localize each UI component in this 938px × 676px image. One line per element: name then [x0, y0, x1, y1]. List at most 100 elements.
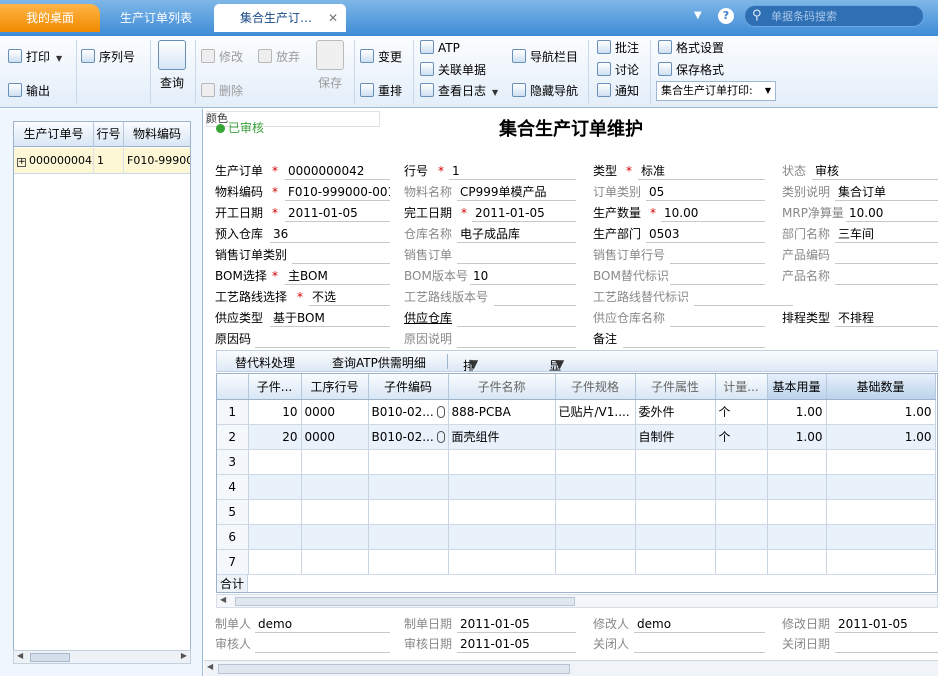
cell-child-seq[interactable]: 10 — [248, 399, 302, 425]
cell-child-code[interactable]: B010-02... — [368, 399, 449, 425]
table-row[interactable]: 5 — [217, 499, 936, 525]
export-button[interactable]: 输出 — [8, 81, 50, 101]
col-child-name[interactable]: 子件名称 — [448, 374, 556, 400]
col-order-no[interactable]: 生产订单号 — [14, 122, 94, 147]
cell-base-qty[interactable]: 1.00 — [767, 424, 827, 450]
cell-base-qty[interactable] — [767, 524, 827, 550]
nav-column-button[interactable]: 导航栏目 — [512, 47, 578, 67]
table-row[interactable]: 6 — [217, 524, 936, 550]
change-button[interactable]: 变更 — [360, 47, 402, 67]
cell-child-code[interactable] — [368, 549, 449, 575]
notify-button[interactable]: 通知 — [597, 81, 639, 101]
scroll-left-icon[interactable]: ◀ — [207, 662, 213, 671]
cell-unit[interactable] — [715, 474, 768, 500]
cell-child-seq[interactable] — [248, 449, 302, 475]
col-op-line[interactable]: 工序行号 — [301, 374, 369, 400]
tab-order-list[interactable]: 生产订单列表 — [100, 4, 212, 32]
cell-base-qty[interactable] — [767, 549, 827, 575]
substitute-button[interactable]: 替代料处理 — [235, 354, 295, 371]
value-reason-desc[interactable] — [457, 330, 576, 348]
expand-icon[interactable]: + — [17, 158, 26, 167]
cell-basic-qty[interactable]: 1.00 — [826, 399, 936, 425]
col-line[interactable]: 行号 — [94, 122, 124, 147]
label-supply-wh[interactable]: 供应仓库 — [404, 309, 452, 327]
value-order-no[interactable]: 0000000042 — [285, 162, 390, 180]
table-row[interactable]: +0000000042 1 F010-999000 — [14, 148, 190, 174]
cell-child-name[interactable]: 面壳组件 — [448, 424, 556, 450]
table-row[interactable]: 4 — [217, 474, 936, 500]
cell-child-name[interactable] — [448, 499, 556, 525]
cell-unit[interactable] — [715, 449, 768, 475]
value-product-name[interactable] — [835, 267, 938, 285]
detail-horizontal-scrollbar[interactable]: ◀ — [216, 594, 938, 608]
value-close-date[interactable] — [835, 635, 938, 653]
table-row[interactable]: 2 20 0000 B010-02... 面壳组件 自制件 个 1.00 1.00 — [217, 424, 936, 450]
cell-op-line[interactable] — [301, 549, 369, 575]
cell-child-name[interactable]: 888-PCBA — [448, 399, 556, 425]
format-settings-button[interactable]: 格式设置 — [658, 38, 724, 58]
print-button[interactable]: 打印 ▼ — [8, 47, 62, 67]
value-route-version[interactable] — [494, 288, 576, 306]
value-order-category[interactable]: 05 — [646, 183, 765, 201]
cell-op-line[interactable] — [301, 474, 369, 500]
cell-child-code[interactable] — [368, 524, 449, 550]
cell-child-code[interactable] — [368, 449, 449, 475]
cell-child-attr[interactable] — [635, 449, 716, 475]
value-start-date[interactable]: 2011-01-05 — [285, 204, 390, 222]
cell-child-code[interactable]: B010-02... — [368, 424, 449, 450]
cell-child-spec[interactable] — [555, 499, 636, 525]
cell-child-code[interactable] — [368, 474, 449, 500]
value-warehouse-name[interactable]: 电子成品库 — [457, 225, 576, 243]
scroll-left-icon[interactable]: ◀ — [220, 595, 226, 604]
help-icon[interactable]: ? — [718, 8, 734, 24]
cell-child-attr[interactable] — [635, 549, 716, 575]
search-icon[interactable]: ⚲ — [752, 8, 762, 23]
cell-child-attr[interactable] — [635, 499, 716, 525]
col-child-code[interactable]: 子件编码 — [368, 374, 449, 400]
cell-child-spec[interactable] — [555, 424, 636, 450]
value-supply-type[interactable]: 基于BOM — [270, 309, 390, 327]
cell-child-attr[interactable] — [635, 524, 716, 550]
related-docs-button[interactable]: 关联单据 — [420, 60, 486, 80]
chevron-down-icon[interactable]: ▼ — [694, 10, 702, 21]
value-audit-date[interactable]: 2011-01-05 — [457, 635, 576, 653]
paperclip-icon[interactable] — [436, 405, 445, 418]
cell-child-seq[interactable] — [248, 474, 302, 500]
value-created-date[interactable]: 2011-01-05 — [457, 615, 576, 633]
rearrange-button[interactable]: 重排 — [360, 81, 402, 101]
search-input[interactable] — [771, 8, 919, 24]
modify-button[interactable]: 修改 — [201, 47, 243, 67]
col-unit[interactable]: 计量... — [715, 374, 768, 400]
value-bom-version[interactable]: 10 — [470, 267, 576, 285]
scroll-thumb[interactable] — [235, 597, 575, 606]
value-creator[interactable]: demo — [255, 615, 390, 633]
main-horizontal-scrollbar[interactable]: ◀ — [204, 660, 938, 676]
table-row[interactable]: 7 — [217, 549, 936, 575]
value-material-name[interactable]: CP999单模产品 — [457, 183, 576, 201]
cell-basic-qty[interactable] — [826, 549, 936, 575]
scroll-right-icon[interactable]: ▶ — [181, 651, 187, 660]
cell-basic-qty[interactable] — [826, 524, 936, 550]
value-finish-date[interactable]: 2011-01-05 — [472, 204, 576, 222]
tab-my-desktop[interactable]: 我的桌面 — [0, 4, 100, 32]
value-sales-order-line[interactable] — [670, 246, 765, 264]
approve-note-button[interactable]: 批注 — [597, 38, 639, 58]
value-schedule-type[interactable]: 不排程 — [835, 309, 938, 327]
query-button[interactable]: 查询 — [156, 40, 188, 91]
view-log-button[interactable]: 查看日志 ▼ — [420, 81, 498, 101]
cell-unit[interactable] — [715, 524, 768, 550]
cell-child-code[interactable] — [368, 499, 449, 525]
cell-child-spec[interactable] — [555, 549, 636, 575]
value-bom-select[interactable]: 主BOM — [285, 267, 390, 285]
scroll-thumb[interactable] — [30, 653, 70, 662]
close-icon[interactable]: ✕ — [328, 4, 338, 32]
col-child-seq[interactable]: 子件... — [248, 374, 302, 400]
value-dept-name[interactable]: 三车间 — [835, 225, 938, 243]
col-child-attr[interactable]: 子件属性 — [635, 374, 716, 400]
value-material-code[interactable]: F010-999000-001 — [285, 183, 390, 201]
scroll-thumb[interactable] — [218, 664, 570, 674]
cell-unit[interactable]: 个 — [715, 399, 768, 425]
value-mrp-net[interactable]: 10.00 — [846, 204, 938, 222]
value-modified-date[interactable]: 2011-01-05 — [835, 615, 938, 633]
cell-basic-qty[interactable] — [826, 499, 936, 525]
